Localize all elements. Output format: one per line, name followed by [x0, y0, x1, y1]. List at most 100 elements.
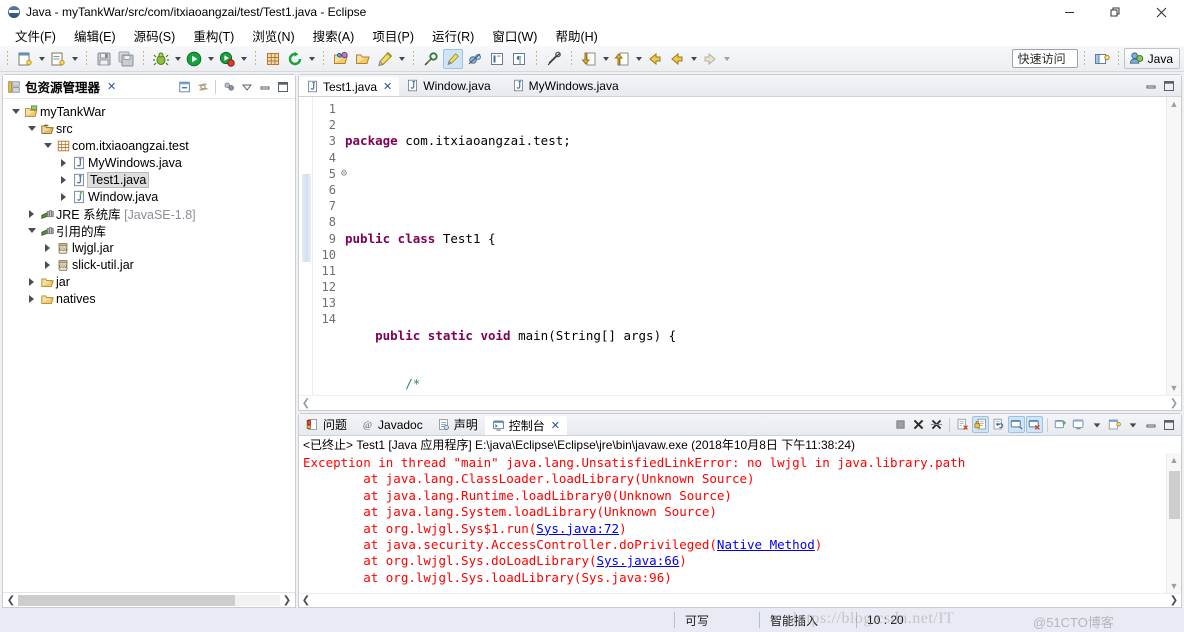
- tree-item-package[interactable]: com.itxiaoangzai.test: [3, 137, 295, 154]
- refresh-icon[interactable]: [285, 49, 305, 69]
- editor-code-area[interactable]: package com.itxiaoangzai.test; public cl…: [339, 97, 1166, 395]
- scroll-right-icon[interactable]: ❯: [1167, 397, 1181, 410]
- chevron-right-icon[interactable]: [25, 209, 38, 218]
- forward-icon[interactable]: [700, 49, 720, 69]
- scroll-track[interactable]: [313, 595, 1167, 606]
- chevron-right-icon[interactable]: [41, 260, 54, 269]
- tree-item-slick-util-jar[interactable]: 010 slick-util.jar: [3, 256, 295, 273]
- clear-console-icon[interactable]: [954, 416, 971, 433]
- tree-item-src[interactable]: src: [3, 120, 295, 137]
- next-edit-dropdown-arrow[interactable]: [633, 49, 644, 69]
- chevron-right-icon[interactable]: [25, 277, 38, 286]
- explorer-horizontal-scrollbar[interactable]: ❮ ❯: [3, 592, 295, 607]
- stack-trace-link[interactable]: Sys.java:72: [536, 521, 619, 536]
- editor-tab-Window-java[interactable]: Window.java: [399, 75, 497, 96]
- scroll-right-icon[interactable]: ❯: [280, 594, 294, 607]
- menu-file[interactable]: 文件(F): [6, 24, 65, 47]
- minimize-icon[interactable]: [1142, 77, 1159, 94]
- menu-help[interactable]: 帮助(H): [546, 24, 606, 47]
- quick-access-input[interactable]: 快速访问: [1011, 49, 1078, 68]
- show-whitespace-icon[interactable]: ¶: [509, 49, 529, 69]
- chevron-down-icon[interactable]: [41, 143, 54, 148]
- perspective-tab-java[interactable]: Java: [1123, 48, 1180, 69]
- save-all-icon[interactable]: [116, 49, 136, 69]
- chevron-right-icon[interactable]: [57, 158, 70, 167]
- run-coverage-dropdown-arrow[interactable]: [238, 49, 249, 69]
- menu-source[interactable]: 源码(S): [125, 24, 185, 47]
- pin-console-icon[interactable]: [1026, 416, 1043, 433]
- tree-item-referenced-libraries[interactable]: 引用的库: [3, 222, 295, 239]
- toggle-mark-occurrences-icon[interactable]: [443, 48, 463, 69]
- run-dropdown-arrow[interactable]: [205, 49, 216, 69]
- run-icon[interactable]: [184, 49, 204, 69]
- back-icon[interactable]: [645, 49, 665, 69]
- project-tree[interactable]: myTankWar src com.itxiaoangzai.test MyWi…: [3, 99, 295, 592]
- new-console-view-icon[interactable]: [1106, 416, 1123, 433]
- marker-dropdown-arrow[interactable]: [396, 49, 407, 69]
- editor-tab-Test1-java[interactable]: Test1.java ✕: [299, 75, 400, 96]
- chevron-right-icon[interactable]: [57, 175, 70, 184]
- scroll-track[interactable]: [1169, 111, 1180, 381]
- tree-item-Window-java[interactable]: Window.java: [3, 188, 295, 205]
- search-icon[interactable]: [421, 49, 441, 69]
- scroll-left-icon[interactable]: ❮: [299, 594, 313, 607]
- console-output[interactable]: Exception in thread "main" java.lang.Uns…: [299, 453, 1166, 593]
- back-history-icon[interactable]: [667, 49, 687, 69]
- maximize-icon[interactable]: [1160, 77, 1177, 94]
- minimize-button[interactable]: [1046, 0, 1092, 24]
- tree-item-lwjgl-jar[interactable]: 010 lwjgl.jar: [3, 239, 295, 256]
- package-explorer-tab[interactable]: 包资源管理器 ✕: [7, 77, 116, 96]
- debug-icon[interactable]: [151, 49, 171, 69]
- maximize-icon[interactable]: [1160, 416, 1177, 433]
- open-console-icon[interactable]: [1070, 416, 1087, 433]
- new-file-icon[interactable]: [15, 49, 35, 69]
- open-type-icon[interactable]: [331, 49, 351, 69]
- refresh-dropdown-arrow[interactable]: [306, 49, 317, 69]
- back-dropdown-arrow[interactable]: [688, 49, 699, 69]
- close-icon[interactable]: ✕: [551, 419, 560, 432]
- maximize-icon[interactable]: [274, 78, 291, 95]
- remove-all-terminated-icon[interactable]: [928, 416, 945, 433]
- close-icon[interactable]: ✕: [107, 80, 116, 93]
- scroll-down-icon[interactable]: ▼: [1170, 581, 1179, 591]
- editor-body[interactable]: 1 2 3 4 5 6 7 8 9 10 11 12 13 14: [299, 97, 1181, 395]
- new-file-dropdown-arrow[interactable]: [36, 49, 47, 69]
- scroll-right-icon[interactable]: ❯: [1167, 594, 1181, 607]
- minimize-icon[interactable]: [1142, 416, 1159, 433]
- tab-problems[interactable]: 问题: [299, 414, 354, 435]
- menu-refactor[interactable]: 重构(T): [184, 24, 243, 47]
- menu-search[interactable]: 搜索(A): [304, 24, 364, 47]
- chevron-down-icon[interactable]: [25, 228, 38, 233]
- new-java-class-dropdown-arrow[interactable]: [69, 49, 80, 69]
- menu-project[interactable]: 项目(P): [363, 24, 423, 47]
- editor-marker-bar[interactable]: [299, 97, 313, 395]
- chevron-right-icon[interactable]: [41, 243, 54, 252]
- menu-run[interactable]: 运行(R): [423, 24, 483, 47]
- open-perspective-icon[interactable]: [1092, 49, 1112, 69]
- minimize-icon[interactable]: [256, 78, 273, 95]
- scroll-down-icon[interactable]: ▼: [1170, 383, 1179, 393]
- next-edit-location-icon[interactable]: [612, 49, 632, 69]
- open-console-dropdown-arrow[interactable]: [1088, 416, 1105, 433]
- last-edit-location-icon[interactable]: [579, 49, 599, 69]
- show-console-on-output-icon[interactable]: [1008, 416, 1025, 433]
- tree-item-Test1-java[interactable]: Test1.java: [3, 171, 295, 188]
- save-icon[interactable]: [94, 49, 114, 69]
- scroll-lock-icon[interactable]: [972, 416, 989, 433]
- scroll-up-icon[interactable]: ▲: [1170, 455, 1179, 465]
- run-coverage-icon[interactable]: [217, 49, 237, 69]
- menu-navigate[interactable]: 浏览(N): [243, 24, 303, 47]
- chevron-right-icon[interactable]: [25, 294, 38, 303]
- scroll-thumb[interactable]: [1169, 471, 1180, 519]
- editor-horizontal-scrollbar[interactable]: ❮ ❯: [299, 395, 1181, 410]
- chevron-right-icon[interactable]: [57, 192, 70, 201]
- view-menu-arrow-icon[interactable]: [238, 78, 255, 95]
- console-vertical-scrollbar[interactable]: ▲ ▼: [1166, 453, 1181, 593]
- editor-vertical-scrollbar[interactable]: ▲ ▼: [1166, 97, 1181, 395]
- menu-edit[interactable]: 编辑(E): [65, 24, 125, 47]
- open-task-icon[interactable]: [353, 49, 373, 69]
- close-icon[interactable]: ✕: [383, 80, 392, 93]
- menu-window[interactable]: 窗口(W): [483, 24, 546, 47]
- tree-item-MyWindows-java[interactable]: MyWindows.java: [3, 154, 295, 171]
- last-edit-dropdown-arrow[interactable]: [600, 49, 611, 69]
